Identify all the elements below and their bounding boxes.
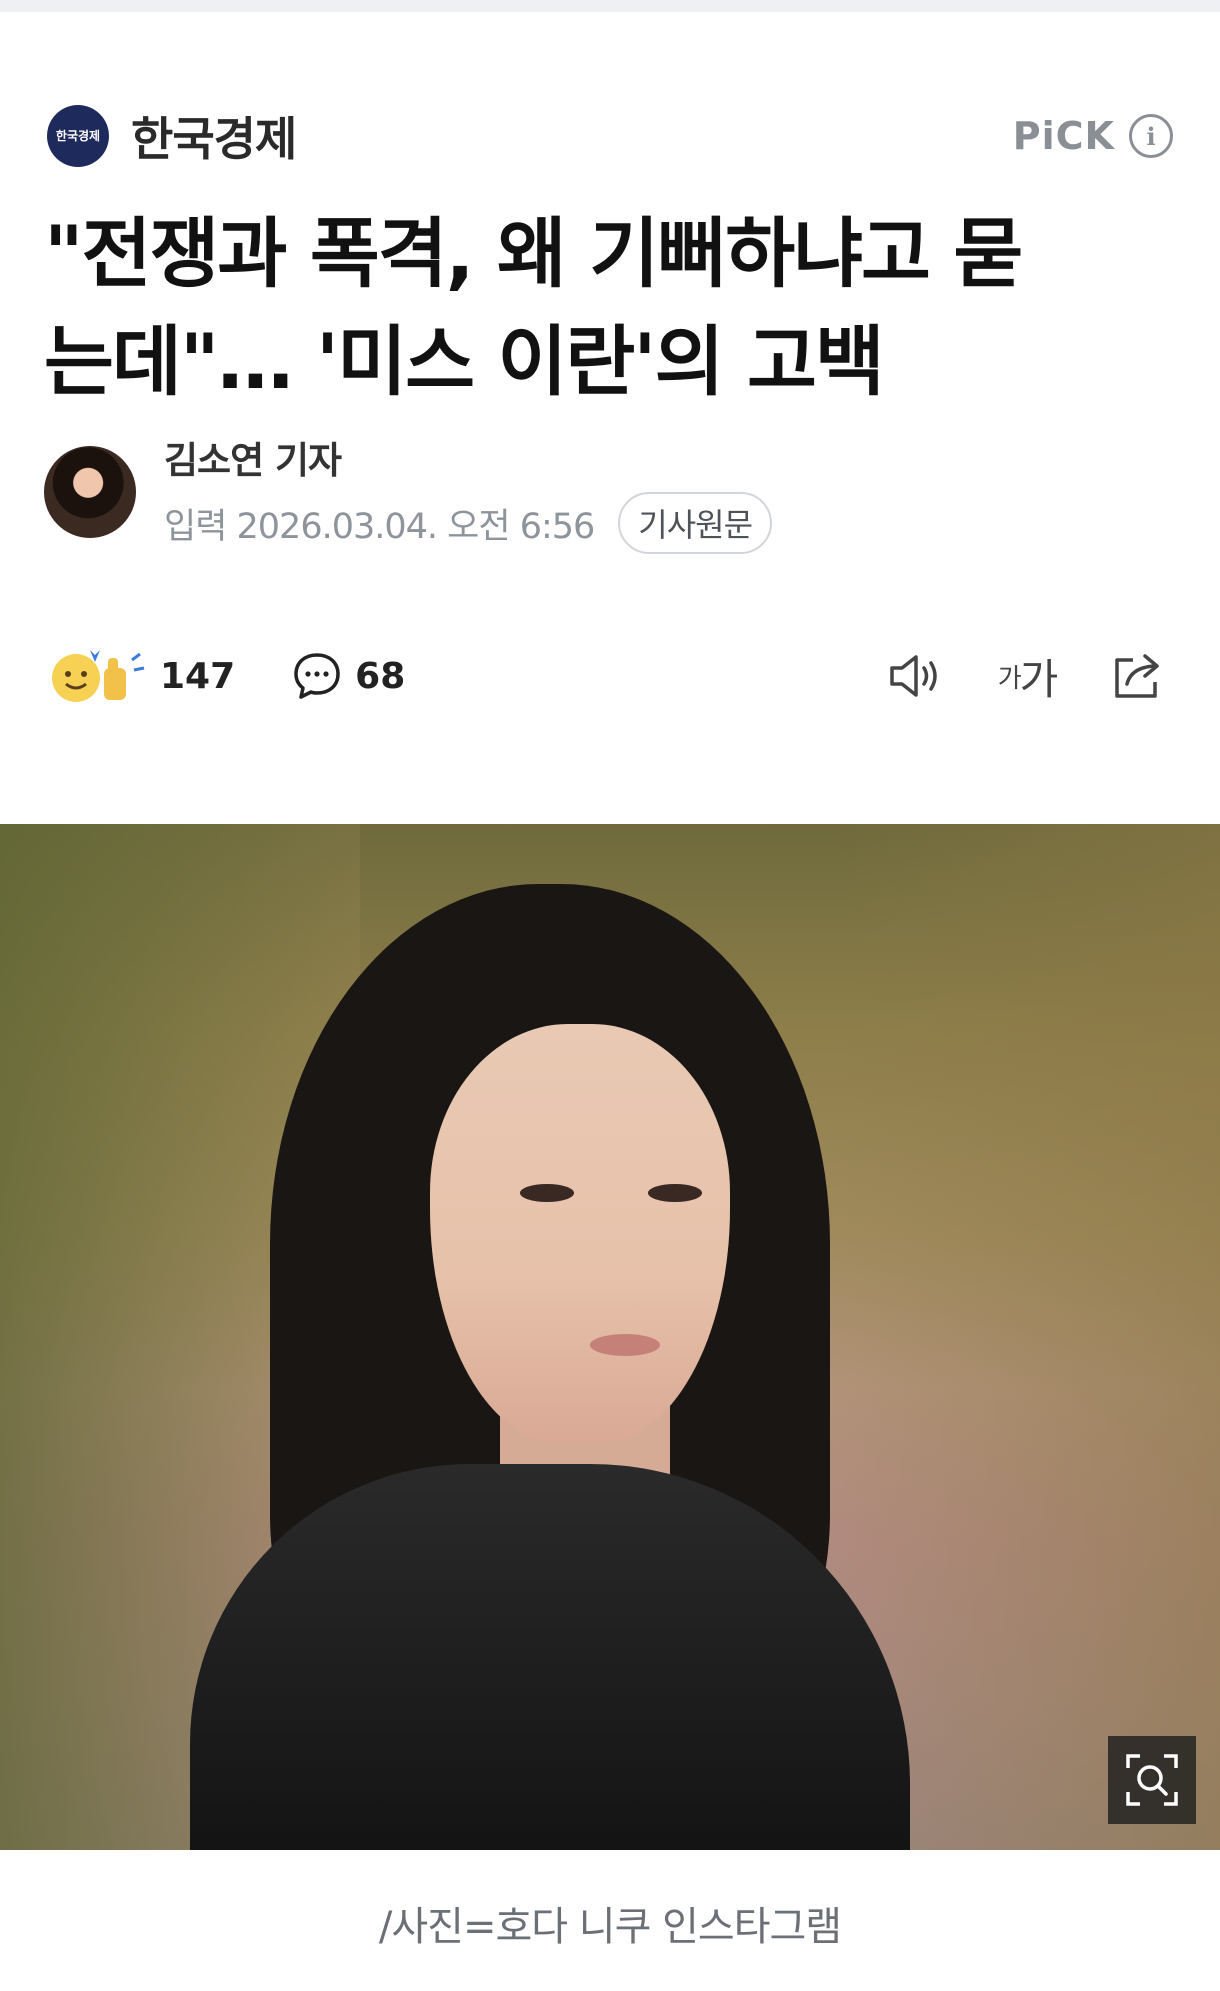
pick-label: PiCK [1012, 114, 1115, 158]
article-tools: 가가 [884, 645, 1170, 707]
info-icon[interactable]: i [1129, 114, 1173, 158]
comment-icon [294, 653, 340, 699]
photo-caption: /사진=호다 니쿠 인스타그램 [378, 1904, 842, 1950]
action-row: 147 68 가가 [50, 644, 1170, 708]
photo-face [430, 1024, 730, 1444]
headline-line-2: 는데"… '미스 이란'의 고백 [44, 317, 885, 406]
reporter-name[interactable]: 김소연 기자 [164, 430, 772, 484]
text-to-speech-button[interactable] [884, 645, 946, 707]
photo-lips [590, 1334, 660, 1356]
article-headline: "전쟁과 폭격, 왜 기뻐하냐고 묻 는데"… '미스 이란'의 고백 [44, 200, 1184, 416]
date-line: 입력 2026.03.04. 오전 6:56 기사원문 [164, 492, 773, 554]
share-button[interactable] [1108, 645, 1170, 707]
publish-date: 입력 2026.03.04. 오전 6:56 [164, 506, 595, 547]
reporter-row: 김소연 기자 입력 2026.03.04. 오전 6:56 기사원문 [44, 439, 1144, 554]
press-logo[interactable]: 한국경제 [47, 105, 109, 167]
comment-button[interactable]: 68 [291, 650, 405, 702]
speaker-icon [890, 655, 937, 697]
article-photo[interactable] [0, 824, 1220, 1850]
photo-eye-right [648, 1184, 702, 1202]
font-size-small-label: 가 [997, 663, 1022, 694]
original-article-button[interactable]: 기사원문 [618, 492, 773, 554]
comment-count: 68 [355, 655, 406, 697]
share-icon [1115, 654, 1159, 698]
pick-group: PiCK i [1013, 114, 1173, 158]
reaction-count: 147 [160, 655, 236, 697]
reaction-emoji-icon[interactable] [50, 646, 150, 706]
image-zoom-button[interactable] [1108, 1736, 1196, 1824]
press-header: 한국경제 한국경제 PiCK i [47, 104, 1173, 168]
headline-line-1: "전쟁과 폭격, 왜 기뻐하냐고 묻 [44, 209, 1023, 298]
font-size-button[interactable]: 가가 [996, 645, 1059, 707]
top-strip [0, 0, 1220, 12]
font-size-large-label: 가 [1019, 654, 1059, 704]
zoom-icon [1126, 1754, 1178, 1806]
reporter-info: 김소연 기자 입력 2026.03.04. 오전 6:56 기사원문 [164, 430, 773, 554]
reporter-avatar[interactable] [44, 446, 136, 538]
photo-eye-left [520, 1184, 574, 1202]
press-name[interactable]: 한국경제 [131, 103, 297, 169]
